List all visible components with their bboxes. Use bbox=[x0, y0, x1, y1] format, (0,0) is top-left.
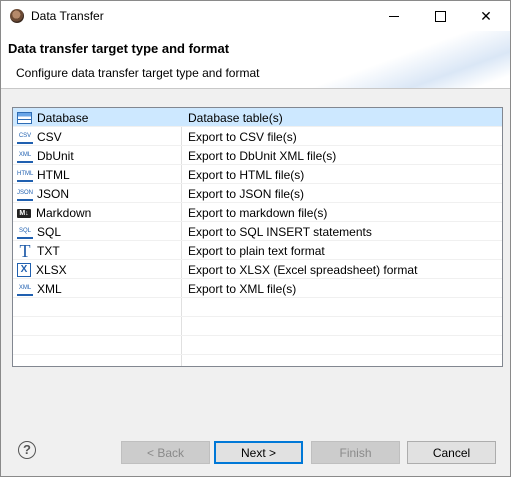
sql-file-icon: SQL bbox=[17, 225, 33, 239]
format-name: CSV bbox=[37, 130, 62, 144]
format-description: Export to XLSX (Excel spreadsheet) forma… bbox=[188, 263, 418, 277]
format-name-cell: Database bbox=[17, 110, 88, 126]
format-row-json[interactable]: JSON JSON Export to JSON file(s) bbox=[13, 184, 502, 203]
html-file-icon: HTML bbox=[17, 168, 33, 182]
xml-file-icon: XML bbox=[17, 282, 33, 296]
minimize-button[interactable] bbox=[371, 1, 417, 31]
format-table[interactable]: Database Database table(s) CSV CSV Export to… bbox=[12, 107, 503, 367]
format-name: SQL bbox=[37, 225, 62, 239]
format-description: Export to SQL INSERT statements bbox=[188, 225, 372, 239]
format-name: Markdown bbox=[36, 206, 92, 220]
wizard-header: Data transfer target type and format Con… bbox=[1, 31, 510, 88]
format-name: DbUnit bbox=[37, 149, 74, 163]
format-description: Export to plain text format bbox=[188, 244, 325, 258]
minimize-icon bbox=[389, 15, 399, 17]
window-title: Data Transfer bbox=[31, 9, 104, 23]
text-format-icon: T bbox=[19, 241, 31, 261]
format-row-markdown[interactable]: M↓ Markdown Export to markdown file(s) bbox=[13, 203, 502, 222]
format-name-cell: X XLSX bbox=[17, 262, 67, 278]
finish-button[interactable]: Finish bbox=[311, 441, 400, 464]
format-name-cell: XML DbUnit bbox=[17, 148, 74, 164]
format-row-sql[interactable]: SQL SQL Export to SQL INSERT statements bbox=[13, 222, 502, 241]
format-name-cell: XML XML bbox=[17, 281, 62, 297]
header-divider bbox=[1, 88, 510, 89]
format-row-database[interactable]: Database Database table(s) bbox=[13, 108, 502, 127]
format-description: Export to markdown file(s) bbox=[188, 206, 328, 220]
format-name-cell: JSON JSON bbox=[17, 186, 69, 202]
format-name: TXT bbox=[37, 244, 60, 258]
maximize-button[interactable] bbox=[417, 1, 463, 31]
empty-row bbox=[13, 336, 502, 355]
excel-icon: X bbox=[17, 263, 31, 277]
markdown-icon: M↓ bbox=[17, 208, 31, 218]
format-name: XLSX bbox=[36, 263, 67, 277]
format-name: XML bbox=[37, 282, 62, 296]
format-row-xml[interactable]: XML XML Export to XML file(s) bbox=[13, 279, 502, 298]
format-row-dbunit[interactable]: XML DbUnit Export to DbUnit XML file(s) bbox=[13, 146, 502, 165]
format-name-cell: SQL SQL bbox=[17, 224, 61, 240]
back-button[interactable]: < Back bbox=[121, 441, 210, 464]
format-description: Export to JSON file(s) bbox=[188, 187, 305, 201]
format-name-cell: T TXT bbox=[17, 241, 60, 261]
format-name: Database bbox=[37, 111, 89, 125]
xml-file-icon: XML bbox=[17, 149, 33, 163]
dbeaver-app-icon bbox=[10, 9, 24, 23]
format-row-txt[interactable]: T TXT Export to plain text format bbox=[13, 241, 502, 260]
data-transfer-dialog: Data Transfer ✕ Data transfer target typ… bbox=[0, 0, 511, 477]
page-title: Data transfer target type and format bbox=[8, 41, 230, 56]
title-bar: Data Transfer ✕ bbox=[1, 1, 510, 31]
format-name: JSON bbox=[37, 187, 70, 201]
format-description: Export to XML file(s) bbox=[188, 282, 297, 296]
format-name: HTML bbox=[37, 168, 70, 182]
csv-file-icon: CSV bbox=[17, 130, 33, 144]
format-description: Export to CSV file(s) bbox=[188, 130, 297, 144]
close-button[interactable]: ✕ bbox=[463, 1, 509, 31]
format-name-cell: HTML HTML bbox=[17, 167, 70, 183]
empty-row bbox=[13, 298, 502, 317]
help-icon[interactable]: ? bbox=[18, 441, 36, 459]
maximize-icon bbox=[434, 10, 446, 22]
close-icon: ✕ bbox=[480, 7, 492, 24]
json-file-icon: JSON bbox=[17, 187, 33, 201]
cancel-button[interactable]: Cancel bbox=[407, 441, 496, 464]
format-description: Database table(s) bbox=[188, 111, 283, 125]
format-row-xlsx[interactable]: X XLSX Export to XLSX (Excel spreadsheet) … bbox=[13, 260, 502, 279]
format-name-cell: CSV CSV bbox=[17, 129, 62, 145]
format-name-cell: M↓ Markdown bbox=[17, 205, 91, 221]
format-row-csv[interactable]: CSV CSV Export to CSV file(s) bbox=[13, 127, 502, 146]
page-description: Configure data transfer target type and … bbox=[16, 66, 260, 80]
empty-row bbox=[13, 317, 502, 336]
next-button[interactable]: Next > bbox=[214, 441, 303, 464]
format-row-html[interactable]: HTML HTML Export to HTML file(s) bbox=[13, 165, 502, 184]
format-description: Export to HTML file(s) bbox=[188, 168, 305, 182]
database-table-icon bbox=[17, 112, 32, 124]
format-description: Export to DbUnit XML file(s) bbox=[188, 149, 337, 163]
